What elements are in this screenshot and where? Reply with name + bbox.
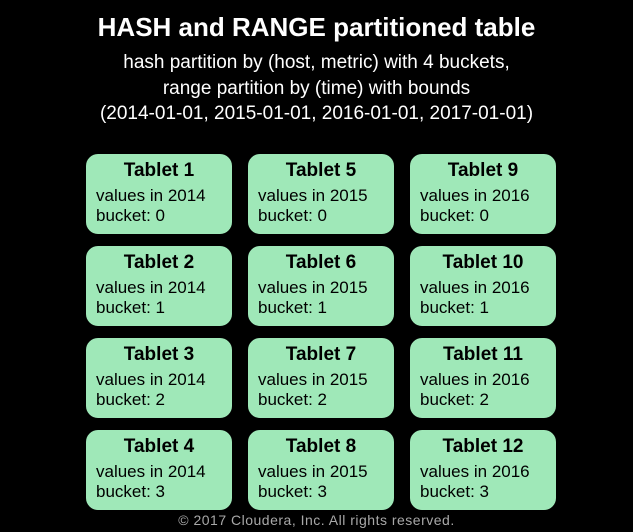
tablet-bucket-line: bucket: 1 <box>420 298 546 318</box>
tablet-values-line: values in 2016 <box>420 186 546 206</box>
tablet-values-line: values in 2015 <box>258 186 384 206</box>
tablet-values-line: values in 2015 <box>258 370 384 390</box>
tablet-name: Tablet 3 <box>96 344 222 366</box>
tablet-values-line: values in 2015 <box>258 462 384 482</box>
tablet-bucket-line: bucket: 1 <box>258 298 384 318</box>
tablet-cell: Tablet 2 values in 2014bucket: 1 <box>84 244 234 328</box>
tablet-values-line: values in 2015 <box>258 278 384 298</box>
tablet-name: Tablet 1 <box>96 160 222 182</box>
tablet-name: Tablet 7 <box>258 344 384 366</box>
tablet-name: Tablet 8 <box>258 436 384 458</box>
tablet-cell: Tablet 5 values in 2015bucket: 0 <box>246 152 396 236</box>
tablet-bucket-line: bucket: 2 <box>258 390 384 410</box>
tablet-bucket-line: bucket: 3 <box>258 482 384 502</box>
tablet-name: Tablet 6 <box>258 252 384 274</box>
tablet-values-line: values in 2016 <box>420 462 546 482</box>
tablet-cell: Tablet 4 values in 2014bucket: 3 <box>84 428 234 512</box>
tablet-bucket-line: bucket: 0 <box>420 206 546 226</box>
tablet-bucket-line: bucket: 2 <box>420 390 546 410</box>
tablet-values-line: values in 2014 <box>96 186 222 206</box>
tablet-bucket-line: bucket: 3 <box>96 482 222 502</box>
tablet-name: Tablet 5 <box>258 160 384 182</box>
copyright-footer: © 2017 Cloudera, Inc. All rights reserve… <box>0 512 633 528</box>
tablet-name: Tablet 12 <box>420 436 546 458</box>
tablet-name: Tablet 10 <box>420 252 546 274</box>
tablet-name: Tablet 2 <box>96 252 222 274</box>
tablet-values-line: values in 2016 <box>420 278 546 298</box>
tablet-cell: Tablet 1 values in 2014bucket: 0 <box>84 152 234 236</box>
partition-sql: hash partition by (host, metric) with 4 … <box>40 50 593 127</box>
tablet-bucket-line: bucket: 3 <box>420 482 546 502</box>
tablet-name: Tablet 11 <box>420 344 546 366</box>
tablet-bucket-line: bucket: 1 <box>96 298 222 318</box>
tablet-bucket-line: bucket: 0 <box>96 206 222 226</box>
diagram-canvas: HASH and RANGE partitioned table hash pa… <box>0 0 633 532</box>
tablet-values-line: values in 2014 <box>96 462 222 482</box>
tablet-cell: Tablet 12 values in 2016bucket: 3 <box>408 428 558 512</box>
tablet-cell: Tablet 10 values in 2016bucket: 1 <box>408 244 558 328</box>
tablet-values-line: values in 2014 <box>96 278 222 298</box>
tablet-name: Tablet 9 <box>420 160 546 182</box>
tablet-bucket-line: bucket: 2 <box>96 390 222 410</box>
tablet-bucket-line: bucket: 0 <box>258 206 384 226</box>
tablet-cell: Tablet 9 values in 2016bucket: 0 <box>408 152 558 236</box>
tablet-cell: Tablet 7 values in 2015bucket: 2 <box>246 336 396 420</box>
tablet-values-line: values in 2016 <box>420 370 546 390</box>
tablet-cell: Tablet 11 values in 2016bucket: 2 <box>408 336 558 420</box>
tablet-cell: Tablet 6 values in 2015bucket: 1 <box>246 244 396 328</box>
tablet-cell: Tablet 8 values in 2015bucket: 3 <box>246 428 396 512</box>
tablet-grid: Tablet 1values in 2014bucket: 0Tablet 2v… <box>84 152 558 512</box>
diagram-title: HASH and RANGE partitioned table <box>0 12 633 43</box>
tablet-cell: Tablet 3 values in 2014bucket: 2 <box>84 336 234 420</box>
tablet-name: Tablet 4 <box>96 436 222 458</box>
tablet-values-line: values in 2014 <box>96 370 222 390</box>
